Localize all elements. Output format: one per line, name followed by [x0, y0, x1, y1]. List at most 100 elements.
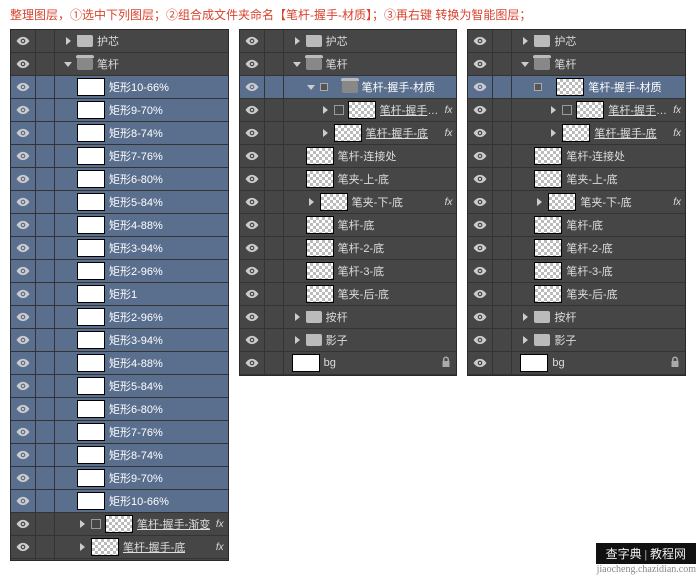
visibility-toggle[interactable] [468, 283, 493, 305]
layer-name[interactable]: 护芯 [554, 33, 576, 49]
layer-name[interactable]: 矩形5-84% [109, 194, 163, 210]
lock-column[interactable] [36, 191, 55, 213]
layer-thumbnail[interactable] [534, 262, 562, 280]
lock-column[interactable] [36, 444, 55, 466]
visibility-toggle[interactable] [468, 168, 493, 190]
layer-thumbnail[interactable] [77, 400, 105, 418]
layer-thumbnail[interactable] [320, 193, 348, 211]
layer-thumbnail[interactable] [77, 101, 105, 119]
layer-name[interactable]: 笔杆-底 [566, 217, 603, 233]
layer-row[interactable]: 矩形7-76% [11, 145, 228, 168]
layer-thumbnail[interactable] [77, 285, 105, 303]
visibility-toggle[interactable] [11, 306, 36, 328]
layer-row[interactable]: 笔杆 [11, 53, 228, 76]
visibility-toggle[interactable] [240, 260, 265, 282]
lock-column[interactable] [36, 421, 55, 443]
visibility-toggle[interactable] [468, 76, 493, 98]
lock-column[interactable] [265, 352, 284, 374]
layer-row[interactable]: 笔杆-连接处 [468, 145, 685, 168]
lock-column[interactable] [265, 191, 284, 213]
layer-name[interactable]: 笔杆-握手-底 [123, 539, 185, 555]
fx-badge[interactable]: fx [673, 197, 681, 208]
lock-column[interactable] [36, 490, 55, 512]
layer-row[interactable]: 笔夹-后-底 [240, 283, 457, 306]
lock-column[interactable] [493, 168, 512, 190]
layer-row[interactable]: 影子 [240, 329, 457, 352]
layer-thumbnail[interactable] [534, 285, 562, 303]
layer-thumbnail[interactable] [105, 515, 133, 533]
lock-column[interactable] [265, 283, 284, 305]
layer-row[interactable]: 笔杆-连接处 [240, 145, 457, 168]
chevron-down-icon[interactable] [520, 59, 530, 69]
layer-row[interactable]: 矩形2-96% [11, 306, 228, 329]
chevron-right-icon[interactable] [320, 105, 330, 115]
lock-column[interactable] [493, 329, 512, 351]
lock-column[interactable] [36, 306, 55, 328]
chevron-down-icon[interactable] [306, 82, 316, 92]
lock-column[interactable] [265, 168, 284, 190]
chevron-right-icon[interactable] [77, 542, 87, 552]
lock-column[interactable] [265, 99, 284, 121]
fx-badge[interactable]: fx [216, 542, 224, 553]
visibility-toggle[interactable] [11, 76, 36, 98]
layer-name[interactable]: 矩形10-66% [109, 493, 169, 509]
visibility-toggle[interactable] [240, 168, 265, 190]
visibility-toggle[interactable] [11, 421, 36, 443]
layer-name[interactable]: 笔夹-后-底 [566, 286, 617, 302]
fx-badge[interactable]: fx [673, 105, 681, 116]
visibility-toggle[interactable] [468, 329, 493, 351]
lock-column[interactable] [493, 352, 512, 374]
layer-name[interactable]: 矩形4-88% [109, 355, 163, 371]
chevron-right-icon[interactable] [548, 105, 558, 115]
layer-thumbnail[interactable] [91, 538, 119, 556]
layer-thumbnail[interactable] [534, 147, 562, 165]
chevron-right-icon[interactable] [292, 36, 302, 46]
layer-thumbnail[interactable] [77, 492, 105, 510]
chevron-right-icon[interactable] [520, 335, 530, 345]
chevron-right-icon[interactable] [77, 519, 87, 529]
visibility-toggle[interactable] [468, 191, 493, 213]
layer-row[interactable]: 笔杆-握手-底fx [468, 122, 685, 145]
visibility-toggle[interactable] [11, 444, 36, 466]
visibility-toggle[interactable] [240, 30, 265, 52]
layer-row[interactable]: 按杆 [468, 306, 685, 329]
visibility-toggle[interactable] [468, 214, 493, 236]
lock-column[interactable] [36, 467, 55, 489]
visibility-toggle[interactable] [240, 214, 265, 236]
layer-row[interactable]: 笔杆-握手-材质 [240, 76, 457, 99]
fx-badge[interactable]: fx [445, 128, 453, 139]
layer-row[interactable]: 护芯 [11, 30, 228, 53]
lock-column[interactable] [265, 76, 284, 98]
layer-row[interactable]: 矩形10-66% [11, 490, 228, 513]
fx-badge[interactable]: fx [216, 519, 224, 530]
layer-name[interactable]: 矩形10-66% [109, 79, 169, 95]
visibility-toggle[interactable] [11, 467, 36, 489]
layer-row[interactable]: 笔夹-上-底 [468, 168, 685, 191]
layer-name[interactable]: 笔杆-3-底 [338, 263, 384, 279]
layer-row[interactable]: 矩形6-80% [11, 398, 228, 421]
layer-row[interactable]: 笔杆-3-底 [468, 260, 685, 283]
layer-name[interactable]: 笔杆-握手-底 [366, 125, 428, 141]
layer-name[interactable]: 矩形2-96% [109, 309, 163, 325]
chevron-right-icon[interactable] [548, 128, 558, 138]
lock-column[interactable] [265, 122, 284, 144]
layer-thumbnail[interactable] [77, 78, 105, 96]
layer-thumbnail[interactable] [77, 331, 105, 349]
visibility-toggle[interactable] [468, 122, 493, 144]
lock-column[interactable] [36, 375, 55, 397]
visibility-toggle[interactable] [11, 53, 36, 75]
lock-column[interactable] [36, 214, 55, 236]
layer-row[interactable]: 笔杆-握手-渐变fx [468, 99, 685, 122]
layer-row[interactable]: 笔杆-2-底 [240, 237, 457, 260]
layer-row[interactable]: 按杆 [240, 306, 457, 329]
layer-name[interactable]: 笔杆-握手-底 [594, 125, 656, 141]
visibility-toggle[interactable] [11, 283, 36, 305]
chevron-right-icon[interactable] [292, 312, 302, 322]
lock-column[interactable] [36, 53, 55, 75]
visibility-toggle[interactable] [11, 99, 36, 121]
layer-thumbnail[interactable] [306, 147, 334, 165]
layer-row[interactable]: 影子 [468, 329, 685, 352]
layer-row[interactable]: 矩形4-88% [11, 214, 228, 237]
layer-row[interactable]: bg [240, 352, 457, 375]
layer-row[interactable]: 笔杆-2-底 [468, 237, 685, 260]
